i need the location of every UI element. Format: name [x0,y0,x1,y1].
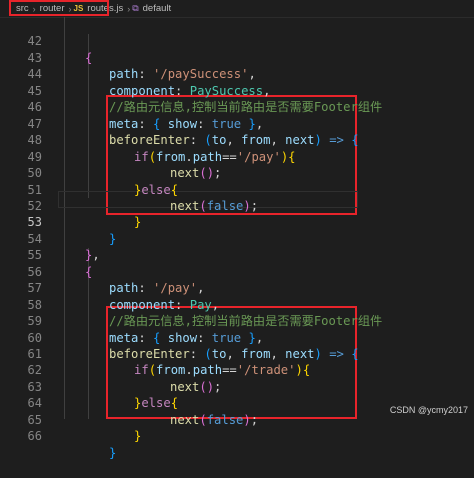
code-line[interactable]: 44 component: PaySuccess, [0,50,474,97]
code-line[interactable]: 56 path: '/pay', [0,247,474,295]
code-line[interactable]: 48 if(from.path=='/pay'){ [0,116,474,163]
code-line[interactable]: 61 if(from.path=='/trade'){ [0,330,474,377]
breadcrumb-highlight-box [9,0,109,16]
code-line[interactable]: 62 next(); [0,346,474,393]
code-line[interactable]: 60 beforeEnter: (to, from, next) => { [0,313,474,361]
code-line[interactable]: 64 next(false); [0,379,474,426]
code-line[interactable]: 47 beforeEnter: (to, from, next) => { [0,99,474,147]
line-number: 66 [27,429,42,444]
watermark: CSDN @ycmy2017 [389,405,468,415]
chevron-right-icon: › [127,3,131,14]
code-line[interactable]: 50 }else{ [0,149,474,196]
code-line[interactable]: 51 next(false); [0,165,474,213]
breadcrumb-item-symbol[interactable]: default [141,3,174,14]
code-line[interactable]: 52 } [0,182,474,229]
code-line[interactable]: 58 //路由元信息,控制当前路由是否需要Footer组件 [0,280,474,328]
code-line[interactable]: 45 //路由元信息,控制当前路由是否需要Footer组件 [0,66,474,114]
code-line[interactable]: 57 component: Pay, [0,264,474,311]
code-line[interactable]: 54 }, [0,214,474,262]
code-line[interactable]: 63 }else{ [0,362,474,410]
code-editor[interactable]: 42 { 43 path: '/paySuccess', 44 componen… [0,17,474,459]
code-line[interactable]: 43 path: '/paySuccess', [0,33,474,81]
symbol-icon: ⧉ [132,3,139,13]
code-line[interactable]: 49 next(); [0,132,474,180]
code-line[interactable]: 59 meta: { show: true }, [0,297,474,344]
code-line[interactable]: 46 meta: { show: true }, [0,83,474,130]
code-line[interactable]: 42 { [0,17,474,64]
code-line[interactable]: 53 } [0,198,474,245]
code-line[interactable]: 55 { [0,231,474,278]
